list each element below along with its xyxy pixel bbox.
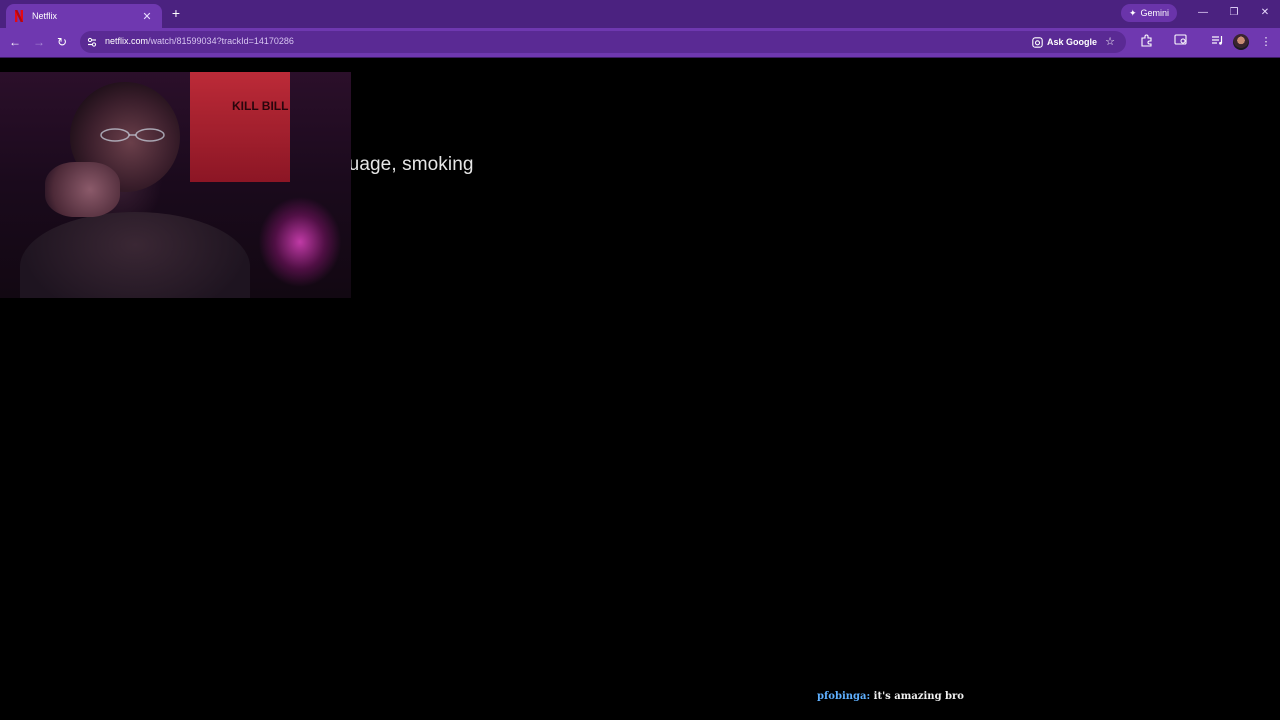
- media-controls-icon[interactable]: [1209, 34, 1225, 50]
- poster-text: KILL BILL: [232, 99, 289, 113]
- lens-icon: [1032, 36, 1043, 48]
- video-player[interactable]: guage, smoking KILL BILL pfobinga: it's …: [0, 58, 1280, 720]
- close-tab-icon[interactable]: ✕: [140, 10, 154, 23]
- glasses-icon: [100, 128, 165, 142]
- address-bar[interactable]: netflix.com/watch/81599034?trackId=14170…: [80, 31, 1126, 53]
- wall-poster: KILL BILL: [190, 72, 290, 182]
- url-text[interactable]: netflix.com/watch/81599034?trackId=14170…: [105, 36, 294, 46]
- url-path: /watch/81599034?trackId=14170286: [148, 36, 294, 46]
- profile-avatar[interactable]: [1233, 34, 1249, 50]
- gemini-label: Gemini: [1140, 8, 1170, 18]
- webcam-overlay: KILL BILL: [0, 72, 351, 298]
- streamer-body: [20, 212, 250, 298]
- tab-strip: Netflix ✕ + ✦ Gemini — ❐ ✕: [0, 0, 1280, 28]
- site-info-icon[interactable]: [86, 36, 98, 48]
- gemini-button[interactable]: ✦ Gemini: [1121, 4, 1178, 22]
- restore-icon[interactable]: ❐: [1224, 5, 1244, 21]
- url-host: netflix.com: [105, 36, 149, 46]
- content-advisory-text: guage, smoking: [338, 154, 474, 175]
- netflix-icon: [14, 10, 24, 22]
- ask-google-label: Ask Google: [1047, 37, 1098, 47]
- minimize-icon[interactable]: —: [1193, 5, 1213, 21]
- browser-toolbar: ← → ↻ netflix.com/watch/81599034?trackId…: [0, 28, 1280, 57]
- more-menu-icon[interactable]: ⋮: [1258, 34, 1274, 50]
- chat-message: pfobinga: it's amazing bro: [817, 691, 964, 702]
- tab-search-icon[interactable]: [1173, 34, 1189, 50]
- forward-icon[interactable]: →: [31, 34, 47, 50]
- new-tab-button[interactable]: +: [168, 5, 184, 21]
- bookmark-star-icon[interactable]: ☆: [1102, 34, 1118, 50]
- streamer-hand: [45, 162, 120, 217]
- sparkle-icon: ✦: [1129, 7, 1137, 18]
- close-window-icon[interactable]: ✕: [1255, 5, 1275, 21]
- extensions-icon[interactable]: [1138, 34, 1154, 50]
- tab-title: Netflix: [32, 11, 58, 21]
- tab-netflix[interactable]: Netflix ✕: [6, 4, 162, 28]
- reload-icon[interactable]: ↻: [54, 34, 70, 50]
- chat-text: it's amazing bro: [870, 691, 964, 702]
- chat-username: pfobinga:: [817, 691, 871, 702]
- ask-google-button[interactable]: Ask Google: [1026, 34, 1103, 50]
- back-icon[interactable]: ←: [7, 34, 23, 50]
